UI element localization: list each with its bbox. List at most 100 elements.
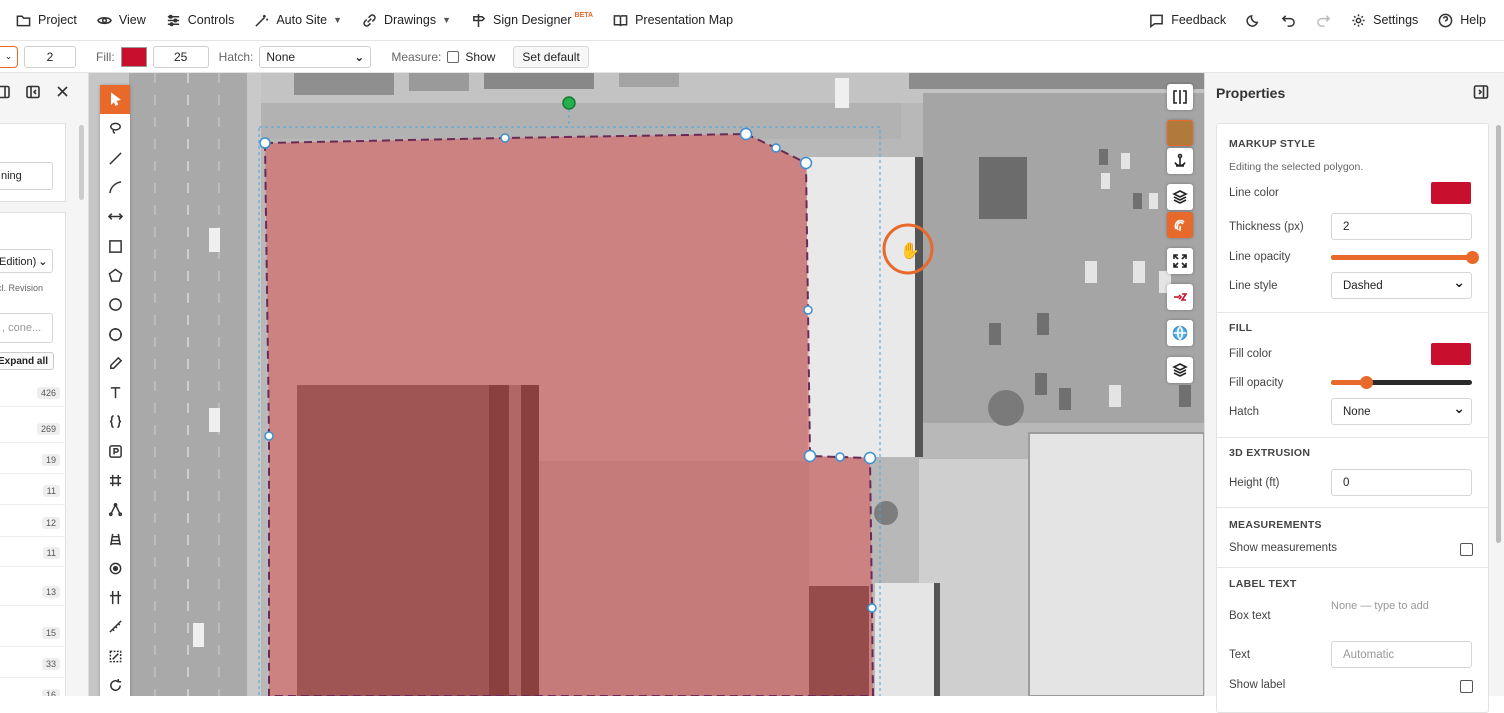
layer-row[interactable]: 15 bbox=[0, 621, 66, 647]
close-icon[interactable] bbox=[56, 85, 69, 98]
fill-title: FILL bbox=[1229, 322, 1253, 334]
polygon-tool[interactable] bbox=[100, 261, 130, 290]
selected-polygon[interactable]: ✋ bbox=[89, 73, 1204, 696]
layer-row[interactable]: 11 bbox=[0, 541, 66, 567]
divider bbox=[1217, 437, 1488, 438]
pencil-tool[interactable] bbox=[100, 349, 130, 378]
menu-presentation-map[interactable]: Presentation Map bbox=[603, 0, 743, 41]
layer-row[interactable]: 19 bbox=[0, 448, 66, 474]
node-edit-tool[interactable] bbox=[100, 495, 130, 524]
set-default-button[interactable]: Set default bbox=[513, 45, 589, 68]
crop-tool[interactable] bbox=[100, 642, 130, 671]
layers-panel: ning Edition) ⌄ cl. Revision , cone... Ex… bbox=[0, 73, 89, 696]
vector-nodes-icon bbox=[108, 503, 122, 517]
fill-color-swatch[interactable] bbox=[1431, 343, 1471, 365]
layer-row[interactable]: 12 bbox=[0, 511, 66, 537]
line-opacity-slider[interactable] bbox=[1331, 251, 1479, 264]
arc-tool[interactable] bbox=[100, 173, 130, 202]
text-tool[interactable] bbox=[100, 378, 130, 407]
line-color-swatch[interactable] bbox=[1431, 182, 1471, 204]
layer-count-badge: 269 bbox=[36, 423, 60, 435]
menu-auto-site[interactable]: Auto Site ▼ bbox=[244, 0, 352, 41]
hatch-select[interactable]: None ⌄ bbox=[259, 45, 372, 68]
globe-button[interactable] bbox=[1167, 320, 1193, 346]
ruler-tool[interactable] bbox=[100, 612, 130, 641]
layer-row[interactable]: 426 bbox=[0, 381, 66, 407]
layer-row[interactable]: 13 bbox=[0, 580, 66, 606]
layer-row[interactable]: 16 bbox=[0, 683, 66, 696]
menu-feedback[interactable]: Feedback bbox=[1139, 0, 1236, 41]
book-icon bbox=[613, 14, 628, 26]
fill-opacity-slider[interactable] bbox=[1331, 376, 1472, 389]
redo-button[interactable] bbox=[1306, 0, 1341, 41]
map-canvas[interactable]: ✋ bbox=[89, 73, 1204, 696]
expand-icon bbox=[1173, 254, 1187, 268]
measure-show-checkbox[interactable] bbox=[447, 50, 460, 63]
ellipse-tool[interactable] bbox=[100, 319, 130, 348]
measurements-title: MEASUREMENTS bbox=[1229, 519, 1322, 531]
swipe-compare-button[interactable] bbox=[1167, 84, 1193, 110]
menu-settings[interactable]: Settings bbox=[1341, 0, 1428, 41]
label-text-input[interactable]: Automatic bbox=[1331, 641, 1472, 668]
slider-knob[interactable] bbox=[1360, 376, 1374, 389]
north-compass-button[interactable] bbox=[1167, 284, 1193, 310]
fingerprint-button[interactable] bbox=[1167, 212, 1193, 238]
collapse-panel-icon[interactable] bbox=[1473, 84, 1489, 100]
show-measurements-checkbox[interactable] bbox=[1460, 543, 1473, 556]
revision-note: cl. Revision bbox=[0, 283, 44, 293]
menu-sign-designer[interactable]: Sign Designer BETA bbox=[461, 0, 603, 41]
fill-opacity-input[interactable]: 25 bbox=[152, 45, 209, 68]
parking-tool[interactable] bbox=[100, 437, 130, 466]
fill-color-swatch[interactable] bbox=[120, 46, 147, 67]
edition-select[interactable]: Edition) ⌄ bbox=[0, 249, 53, 273]
undo-button[interactable] bbox=[1271, 0, 1306, 41]
expand-all-button[interactable]: Expand all bbox=[0, 352, 54, 370]
callout-tool[interactable] bbox=[100, 407, 130, 436]
layer-row[interactable]: 269 bbox=[0, 417, 66, 443]
hatch-select[interactable]: None bbox=[1331, 398, 1472, 425]
layer-row[interactable]: 33 bbox=[0, 652, 66, 678]
label-text-title: LABEL TEXT bbox=[1229, 578, 1297, 590]
thickness-input[interactable]: 2 bbox=[24, 45, 76, 68]
dimension-tool[interactable] bbox=[100, 202, 130, 231]
line-style-select[interactable]: Dashed bbox=[1331, 272, 1472, 299]
left-scrollbar[interactable] bbox=[79, 125, 84, 200]
grid-tool[interactable] bbox=[100, 466, 130, 495]
fit-bounds-button[interactable] bbox=[1167, 248, 1193, 274]
thickness-input[interactable]: 2 bbox=[1331, 213, 1472, 240]
menu-view[interactable]: View bbox=[87, 0, 156, 41]
basemap-thumbnail[interactable] bbox=[1167, 120, 1193, 146]
menu-help[interactable]: Help bbox=[1428, 0, 1504, 41]
theme-toggle-button[interactable] bbox=[1236, 0, 1271, 41]
collapse-panel-icon[interactable] bbox=[26, 85, 40, 99]
line-tool[interactable] bbox=[100, 144, 130, 173]
show-label-checkbox[interactable] bbox=[1460, 680, 1473, 693]
rectangle-tool[interactable] bbox=[100, 231, 130, 260]
target-tool[interactable] bbox=[100, 554, 130, 583]
lasso-tool[interactable] bbox=[100, 114, 130, 143]
menu-controls[interactable]: Controls bbox=[156, 0, 245, 41]
properties-card: MARKUP STYLE Editing the selected polygo… bbox=[1216, 123, 1489, 713]
select-tool[interactable] bbox=[100, 85, 130, 115]
panel-icon[interactable] bbox=[0, 85, 10, 99]
box-text-textarea[interactable]: None — type to add bbox=[1331, 595, 1472, 635]
layers-button[interactable] bbox=[1167, 184, 1193, 210]
column-tool[interactable] bbox=[100, 583, 130, 612]
project-name-field[interactable]: ning bbox=[0, 162, 53, 190]
message-icon bbox=[1150, 14, 1164, 28]
properties-scrollbar[interactable] bbox=[1496, 125, 1501, 543]
rotate-tool[interactable] bbox=[100, 671, 130, 696]
anchor-button[interactable] bbox=[1167, 148, 1193, 174]
line-style-select[interactable]: ⌄ bbox=[0, 45, 18, 68]
layer-search-input[interactable]: , cone... bbox=[0, 313, 53, 343]
slider-knob[interactable] bbox=[1466, 251, 1479, 264]
target-icon bbox=[109, 562, 121, 575]
layer-row[interactable]: 11 bbox=[0, 479, 66, 505]
menu-presentation-map-label: Presentation Map bbox=[635, 13, 734, 27]
ladder-tool[interactable] bbox=[100, 524, 130, 553]
circle-tool[interactable] bbox=[100, 290, 130, 319]
menu-drawings[interactable]: Drawings ▼ bbox=[352, 0, 461, 41]
layers-alt-button[interactable] bbox=[1167, 357, 1193, 383]
menu-project[interactable]: Project bbox=[0, 0, 87, 41]
height-input[interactable]: 0 bbox=[1331, 469, 1472, 496]
